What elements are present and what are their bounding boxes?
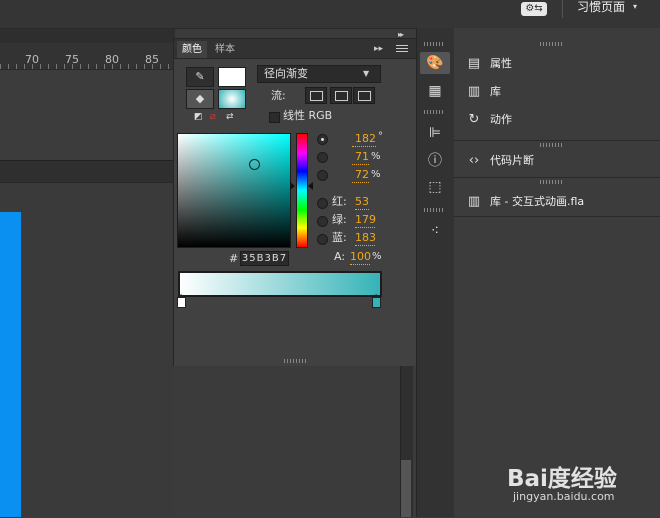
alpha-unit: % [372,251,382,262]
dock-grip[interactable] [424,110,444,114]
panel-item-library[interactable]: ▥ 库 [464,82,654,102]
swap-colors-icon[interactable]: ⇄ [226,112,236,122]
panel-divider [454,216,660,217]
dock-grip[interactable] [424,208,444,212]
color-panel: 颜色 样本 ▸▸ ✎ ◆ ◩ ⧄ ⇄ 径向渐变 ▼ 流: 线性 RGB 182 … [173,38,417,368]
default-colors-icon[interactable]: ◩ [194,112,204,122]
timeline-area[interactable] [0,70,175,160]
hex-hash-label: # [229,252,239,265]
stage-blue-shape[interactable] [0,212,21,517]
code-snippets-icon: ‹› [468,153,480,168]
linear-rgb-label: 线性 RGB [283,109,333,122]
panel-item-label: 代码片断 [490,154,534,167]
timeline-header [0,29,175,43]
stroke-color-swatch[interactable] [218,67,246,87]
panel-grip[interactable] [540,180,562,184]
color-picker-field[interactable] [177,133,291,248]
green-radio[interactable] [317,216,328,227]
panel-divider [454,177,660,178]
gradient-preview-bar[interactable] [178,271,382,297]
stage-tab-bar [0,160,175,183]
hue-slider-handle-right[interactable] [308,182,313,190]
collapse-right-icon[interactable]: ▸▸ [398,30,404,39]
motion-presets-icon[interactable]: ⁖ [420,220,450,242]
brightness-unit: % [371,169,381,180]
workspace-background [173,366,416,517]
ruler-ticks [0,64,175,69]
chevron-down-icon[interactable]: ▼ [363,67,369,81]
no-color-icon[interactable]: ⧄ [210,112,220,122]
transform-icon[interactable]: ⬚ [420,176,450,198]
fill-color-bucket-icon[interactable]: ◆ [186,89,214,109]
panel-item-label: 库 [490,85,501,98]
stage-canvas[interactable] [0,182,175,518]
baidu-jingyan-watermark-logo: Bai度经验 [507,466,617,492]
panel-item-library-file[interactable]: ▥ 库 - 交互式动画.fla [464,192,654,212]
top-bar-divider [562,0,563,18]
panel-item-label: 动作 [490,113,512,126]
saturation-unit: % [371,151,381,162]
fill-color-swatch[interactable] [218,89,246,109]
blue-label: 蓝: [332,231,347,244]
panel-item-code-snippets[interactable]: ‹› 代码片断 [464,151,654,171]
panel-item-label: 属性 [490,57,512,70]
color-palette-icon[interactable]: 🎨 [420,52,450,74]
hue-unit: ° [378,131,383,142]
gradient-stop-end[interactable] [372,294,381,308]
flow-reflect-button[interactable] [330,87,352,104]
hue-slider[interactable] [296,133,308,248]
saturation-value[interactable]: 71 [352,150,369,165]
tab-swatches[interactable]: 样本 [215,41,235,58]
hue-slider-handle-left[interactable] [290,182,295,190]
brightness-radio[interactable] [317,170,328,181]
panel-expand-icon[interactable]: ▸▸ [374,41,383,58]
flow-repeat-button[interactable] [353,87,375,104]
actions-icon: ↻ [468,112,480,127]
swatches-grid-icon[interactable]: ▦ [420,80,450,102]
align-icon[interactable]: ⊫ [420,122,450,144]
panel-grip[interactable] [540,42,562,46]
tab-color[interactable]: 颜色 [177,41,207,58]
library-icon: ▥ [467,84,481,99]
linear-rgb-checkbox[interactable] [269,112,280,123]
color-picker-cursor[interactable] [249,159,260,170]
panel-grip[interactable] [540,143,562,147]
alpha-value[interactable]: 100 [350,250,371,265]
color-panel-tabbar: 颜色 样本 ▸▸ [174,39,416,59]
library-file-icon: ▥ [467,194,481,209]
panel-resize-grip[interactable] [284,359,306,363]
info-icon[interactable]: ⓘ [420,150,450,172]
hex-color-input[interactable]: 35B3B7 [240,251,289,266]
red-value[interactable]: 53 [355,195,369,210]
red-radio[interactable] [317,198,328,209]
panel-item-properties[interactable]: ▤ 属性 [464,54,654,74]
green-label: 绿: [332,213,347,226]
brightness-value[interactable]: 72 [352,168,369,183]
gradient-stop-start[interactable] [177,294,186,308]
panel-menu-icon[interactable] [396,45,408,53]
saturation-radio[interactable] [317,152,328,163]
panel-item-label: 库 - 交互式动画.fla [490,195,585,208]
blue-radio[interactable] [317,234,328,245]
dock-grip[interactable] [424,42,444,46]
workspace-chevron-down-icon[interactable]: ▾ [633,0,637,14]
flow-label: 流: [271,89,286,102]
baidu-jingyan-watermark-url: jingyan.baidu.com [513,490,615,503]
blue-value[interactable]: 183 [355,231,376,246]
properties-icon: ▤ [467,56,481,71]
panel-item-actions[interactable]: ↻ 动作 [464,110,654,130]
red-label: 红: [332,195,347,208]
top-bar [0,0,660,29]
green-value[interactable]: 179 [355,213,376,228]
panel-divider [454,140,660,141]
scrollbar-thumb[interactable] [401,460,411,517]
flow-extend-button[interactable] [305,87,327,104]
sync-settings-button[interactable]: ⚙⇆ [521,2,547,16]
hue-value[interactable]: 182 [352,132,376,147]
workspace-switcher[interactable]: 习惯页面 [577,0,637,14]
hue-radio[interactable] [317,134,328,145]
stroke-color-pencil-icon[interactable]: ✎ [186,67,214,87]
alpha-label: A: [334,250,346,263]
